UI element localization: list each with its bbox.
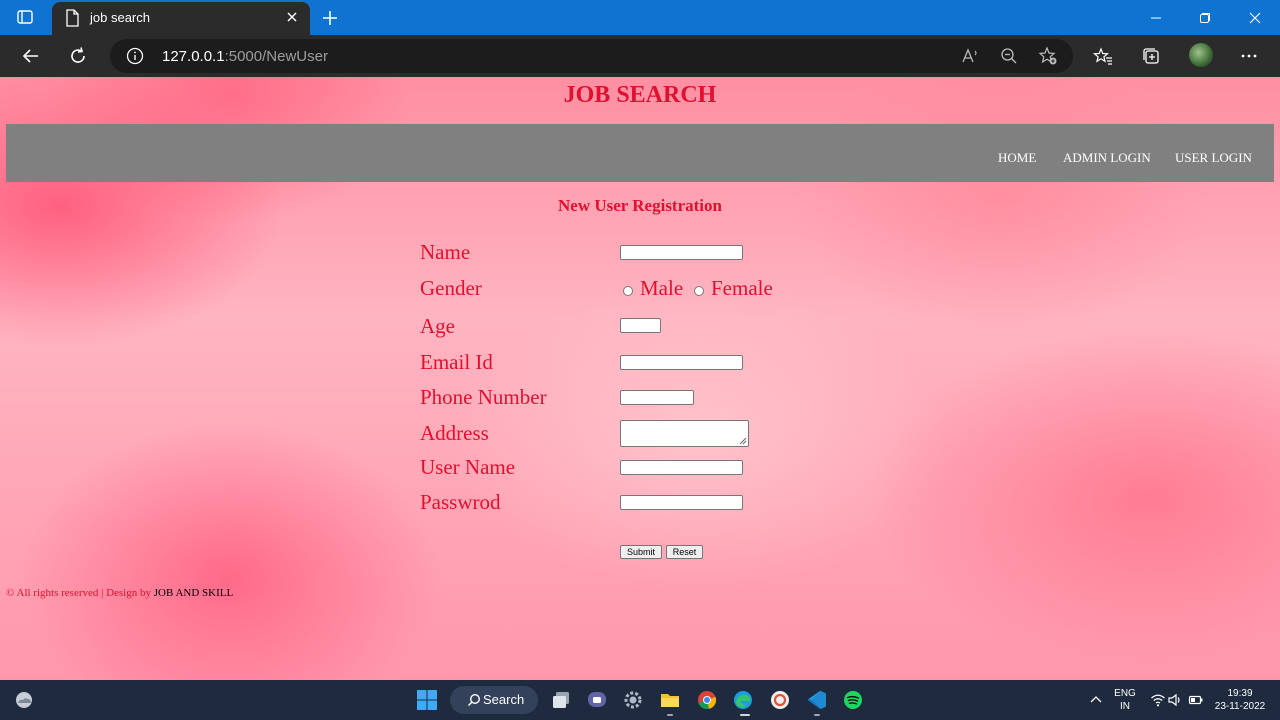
task-view-icon[interactable] bbox=[549, 688, 573, 712]
back-icon[interactable] bbox=[20, 45, 42, 67]
reset-button[interactable]: Reset bbox=[666, 545, 703, 559]
page-icon bbox=[64, 9, 80, 27]
username-label: User Name bbox=[420, 455, 516, 479]
more-options-icon[interactable] bbox=[1238, 45, 1260, 67]
submit-button[interactable]: Submit bbox=[620, 545, 662, 559]
phone-input[interactable] bbox=[620, 390, 694, 405]
profile-avatar[interactable] bbox=[1189, 43, 1213, 67]
close-tab-icon[interactable] bbox=[284, 9, 300, 25]
taskbar: Search ENG IN 19:39 23-11-2022 bbox=[0, 680, 1280, 720]
url-host: 127.0.0.1 bbox=[162, 48, 225, 65]
name-input[interactable] bbox=[620, 245, 743, 260]
weather-icon[interactable] bbox=[12, 688, 36, 712]
chevron-up-icon[interactable] bbox=[1084, 688, 1108, 712]
add-favorite-icon[interactable] bbox=[1038, 46, 1058, 66]
refresh-icon[interactable] bbox=[67, 45, 89, 67]
search-icon bbox=[467, 693, 481, 712]
male-radio[interactable] bbox=[623, 286, 633, 296]
edge-active-indicator bbox=[740, 714, 750, 716]
username-input[interactable] bbox=[620, 460, 743, 475]
resize-grip-icon[interactable] bbox=[739, 437, 747, 445]
file-explorer-icon[interactable] bbox=[658, 688, 682, 712]
read-aloud-icon[interactable] bbox=[960, 46, 980, 66]
site-info-icon[interactable] bbox=[126, 47, 144, 65]
age-label: Age bbox=[420, 314, 455, 338]
email-input[interactable] bbox=[620, 355, 743, 370]
nav-user-login[interactable]: USER LOGIN bbox=[1175, 150, 1252, 166]
edge-icon[interactable] bbox=[731, 688, 755, 712]
address-bar[interactable]: 127.0.0.1:5000/NewUser bbox=[110, 39, 1073, 73]
female-option-label: Female bbox=[711, 276, 773, 300]
url-text[interactable]: 127.0.0.1:5000/NewUser bbox=[162, 48, 328, 65]
battery-icon[interactable] bbox=[1184, 688, 1208, 712]
form-heading: New User Registration bbox=[558, 196, 722, 215]
tab-actions-icon[interactable] bbox=[16, 8, 34, 26]
close-window-icon[interactable] bbox=[1231, 0, 1279, 35]
language-indicator[interactable]: ENG IN bbox=[1110, 687, 1140, 713]
address-textarea[interactable] bbox=[620, 420, 749, 447]
page-viewport: JOB SEARCH HOME ADMIN LOGIN USER LOGIN N… bbox=[0, 77, 1280, 680]
url-path: :5000/NewUser bbox=[224, 48, 328, 65]
favorites-icon[interactable] bbox=[1092, 45, 1114, 67]
password-input[interactable] bbox=[620, 495, 743, 510]
site-title: JOB SEARCH bbox=[563, 82, 717, 108]
email-label: Email Id bbox=[420, 350, 493, 374]
footer-brand: JOB AND SKILL bbox=[153, 587, 234, 599]
zoom-out-icon[interactable] bbox=[999, 46, 1019, 66]
new-tab-icon[interactable] bbox=[320, 8, 340, 28]
restore-icon[interactable] bbox=[1181, 0, 1229, 35]
spotify-icon[interactable] bbox=[841, 688, 865, 712]
collections-icon[interactable] bbox=[1140, 45, 1162, 67]
start-icon[interactable] bbox=[415, 688, 439, 712]
settings-icon[interactable] bbox=[621, 688, 645, 712]
minimize-icon[interactable] bbox=[1132, 0, 1180, 35]
browser-toolbar: 127.0.0.1:5000/NewUser bbox=[0, 35, 1280, 77]
nav-bar: HOME ADMIN LOGIN USER LOGIN bbox=[6, 124, 1274, 182]
nav-home[interactable]: HOME bbox=[998, 150, 1036, 166]
region-code: IN bbox=[1120, 701, 1130, 712]
active-tab[interactable]: job search bbox=[52, 2, 310, 35]
name-label: Name bbox=[420, 240, 471, 264]
address-label: Address bbox=[420, 421, 489, 445]
teams-chat-icon[interactable] bbox=[585, 688, 609, 712]
chrome-icon[interactable] bbox=[695, 688, 719, 712]
vscode-running-indicator bbox=[814, 714, 820, 716]
clock-time: 19:39 bbox=[1227, 688, 1253, 699]
taskbar-search-label: Search bbox=[483, 692, 525, 707]
gender-label: Gender bbox=[420, 276, 482, 300]
clock-date: 23-11-2022 bbox=[1214, 701, 1266, 712]
phone-label: Phone Number bbox=[420, 385, 547, 409]
vscode-icon[interactable] bbox=[805, 688, 829, 712]
footer-copyright: © All rights reserved | Design by bbox=[6, 587, 154, 599]
app-icon[interactable] bbox=[768, 688, 792, 712]
clock[interactable]: 19:39 23-11-2022 bbox=[1212, 687, 1268, 713]
tab-title: job search bbox=[90, 10, 150, 25]
female-radio[interactable] bbox=[694, 286, 704, 296]
male-option-label: Male bbox=[640, 276, 684, 300]
browser-tab-bar: job search bbox=[0, 0, 1280, 35]
nav-admin-login[interactable]: ADMIN LOGIN bbox=[1063, 150, 1151, 166]
age-input[interactable] bbox=[620, 318, 661, 333]
explorer-running-indicator bbox=[667, 714, 673, 716]
password-label: Passwrod bbox=[420, 490, 501, 514]
language-code: ENG bbox=[1114, 688, 1136, 699]
footer: © All rights reserved | Design by JOB AN… bbox=[6, 587, 233, 599]
